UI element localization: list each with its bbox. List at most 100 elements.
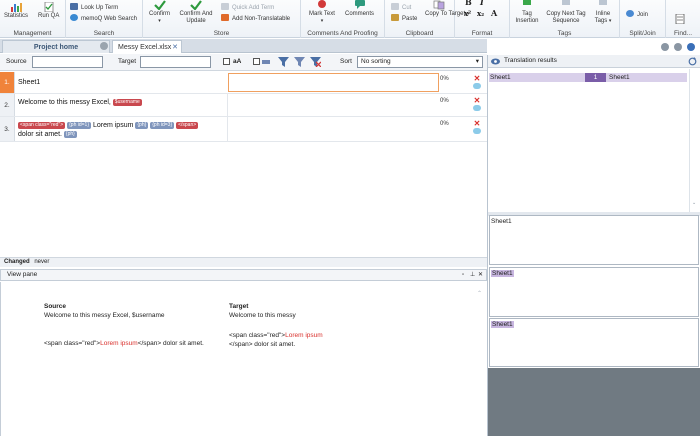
confirm-and-update-button[interactable]: Confirm And Update bbox=[179, 0, 213, 25]
tag-insertion-button[interactable]: Tag Insertion bbox=[512, 0, 542, 25]
group-label: Management bbox=[13, 30, 52, 37]
refresh-icon[interactable] bbox=[688, 57, 697, 66]
italic-icon[interactable]: I bbox=[480, 0, 484, 7]
chevron-down-icon: ▾ bbox=[475, 58, 479, 65]
inline-tags-button[interactable]: Inline Tags ▾ bbox=[590, 0, 616, 25]
globe-icon bbox=[70, 14, 78, 21]
table-row[interactable]: 1. Sheet1 0% ✕ bbox=[0, 72, 487, 94]
results-scrollbar[interactable]: ⌄ bbox=[689, 69, 699, 212]
confirm-button[interactable]: Confirm ▾ bbox=[149, 0, 170, 25]
target-filter-label: Target bbox=[118, 58, 137, 65]
match-percent: 0% bbox=[440, 121, 449, 127]
nav-back-icon[interactable] bbox=[661, 43, 669, 51]
paste-button[interactable]: Paste bbox=[391, 14, 417, 24]
table-row[interactable]: 3. <span class="red"> {ph id=1} Lorem ip… bbox=[0, 117, 487, 142]
mark-text-button[interactable]: Mark Text ▾ bbox=[309, 0, 335, 25]
source-cell[interactable]: <span class="red"> {ph id=1} Lorem ipsum… bbox=[18, 121, 223, 139]
advanced-filter-icon[interactable] bbox=[294, 57, 305, 67]
non-translatable-icon bbox=[221, 14, 229, 21]
confirm-check-icon bbox=[153, 0, 166, 10]
target-cell[interactable] bbox=[228, 73, 439, 92]
chevron-down-icon[interactable]: ▾ bbox=[609, 18, 612, 24]
target-filter-input[interactable] bbox=[140, 56, 211, 68]
chevron-down-icon[interactable]: ⌄ bbox=[692, 200, 696, 206]
quick-add-term-button[interactable]: Quick Add Term bbox=[221, 3, 274, 13]
find-button[interactable] bbox=[674, 14, 686, 25]
row-number[interactable]: 1. bbox=[0, 72, 15, 93]
tag-filter-checkbox[interactable] bbox=[253, 58, 260, 65]
statistics-button[interactable]: Statistics bbox=[4, 2, 28, 20]
run-qa-button[interactable]: Run QA bbox=[38, 2, 59, 20]
eye-icon bbox=[491, 58, 500, 65]
add-term-icon bbox=[221, 3, 229, 10]
row-number[interactable]: 2. bbox=[0, 94, 15, 116]
tab-messy-excel[interactable]: Messy Excel.xlsx ✕ bbox=[112, 40, 182, 53]
target-preview-line: <span class="red">Lorem ipsum </span> dol… bbox=[229, 332, 323, 348]
nav-forward-icon[interactable] bbox=[674, 43, 682, 51]
result-detail-source: Sheet1 bbox=[489, 215, 699, 265]
source-filter-label: Source bbox=[6, 58, 27, 65]
row-number[interactable]: 3. bbox=[0, 117, 15, 141]
close-project-icon[interactable] bbox=[100, 42, 108, 50]
case-sensitive-checkbox[interactable] bbox=[223, 58, 230, 65]
target-cell[interactable] bbox=[227, 117, 438, 141]
tab-project-home[interactable]: Project home bbox=[2, 40, 110, 53]
view-pane-header: View pane ▫ ⊥ ✕ bbox=[0, 269, 487, 281]
pin-icon[interactable]: ⊥ bbox=[470, 270, 475, 280]
superscript-icon[interactable]: x² bbox=[464, 9, 471, 18]
comments-button[interactable]: Comments bbox=[345, 0, 374, 18]
source-cell[interactable]: Welcome to this messy Excel, $username bbox=[18, 98, 223, 107]
scroll-up-icon[interactable]: ⌃ bbox=[477, 290, 482, 297]
comment-bubble-icon[interactable] bbox=[473, 128, 481, 134]
target-cell[interactable] bbox=[227, 94, 438, 116]
match-percent: 0% bbox=[440, 76, 449, 82]
translation-grid: 1. Sheet1 0% ✕ 2. Welcome to this messy … bbox=[0, 72, 487, 257]
copy-next-tag-sequence-button[interactable]: Copy Next Tag Sequence bbox=[546, 0, 586, 25]
subscript-icon[interactable]: x₂ bbox=[477, 9, 484, 18]
tag-insertion-icon bbox=[523, 0, 531, 5]
group-store: Confirm ▾ Confirm And Update Quick Add T… bbox=[143, 0, 301, 38]
filter-icon[interactable] bbox=[278, 57, 289, 67]
ph-tag[interactable]: {ph id=1} bbox=[67, 122, 92, 129]
copy-to-target-button[interactable]: Copy To Target ▾ bbox=[425, 0, 469, 18]
copy-tag-icon bbox=[562, 0, 570, 5]
table-row[interactable]: 2. Welcome to this messy Excel, $usernam… bbox=[0, 94, 487, 117]
ph-tag[interactable]: {ph id=3} bbox=[150, 122, 175, 129]
chevron-down-icon[interactable]: ▾ bbox=[149, 18, 170, 25]
view-pane-title: View pane bbox=[7, 271, 38, 278]
clear-filter-icon[interactable] bbox=[310, 57, 321, 67]
close-icon[interactable]: ✕ bbox=[478, 270, 483, 280]
group-label: Comments And Proofing bbox=[307, 30, 378, 37]
group-label: Tags bbox=[557, 30, 572, 37]
add-non-translatable-button[interactable]: Add Non-Translatable bbox=[221, 14, 290, 24]
sort-label: Sort bbox=[340, 58, 352, 65]
restore-icon[interactable]: ▫ bbox=[462, 270, 464, 280]
sort-select[interactable]: No sorting ▾ bbox=[357, 56, 483, 68]
ph-tag[interactable]: {ph} bbox=[135, 122, 149, 129]
match-percent: 0% bbox=[440, 98, 449, 104]
tag-filter-icon bbox=[262, 60, 270, 64]
cut-button[interactable]: Cut bbox=[391, 3, 411, 13]
translation-result-row[interactable]: Sheet1 1 Sheet1 bbox=[489, 73, 687, 82]
changed-label: Changed bbox=[4, 259, 30, 265]
comment-bubble-icon[interactable] bbox=[473, 83, 481, 89]
group-format: B I x² x₂ A Format bbox=[455, 0, 510, 38]
span-open-tag[interactable]: <span class="red"> bbox=[18, 122, 66, 129]
span-close-tag[interactable]: </span> bbox=[176, 122, 199, 129]
source-cell[interactable]: Sheet1 bbox=[18, 78, 223, 87]
memoq-web-search-button[interactable]: memoQ Web Search bbox=[70, 14, 137, 24]
join-icon bbox=[626, 10, 634, 17]
group-clipboard: Cut Paste Copy To Target ▾ Clipboard bbox=[385, 0, 469, 38]
source-filter-input[interactable] bbox=[32, 56, 103, 68]
join-button[interactable]: Join bbox=[626, 10, 648, 20]
placeholder-tag[interactable]: $username bbox=[112, 99, 142, 106]
bold-icon[interactable]: B bbox=[465, 0, 472, 7]
comment-bubble-icon[interactable] bbox=[473, 105, 481, 111]
look-up-term-button[interactable]: Look Up Term bbox=[70, 3, 118, 13]
chevron-down-icon[interactable]: ▾ bbox=[309, 18, 335, 25]
target-preview-line: Welcome to this messy bbox=[229, 312, 296, 319]
close-icon[interactable]: ✕ bbox=[172, 41, 178, 54]
help-icon[interactable] bbox=[687, 43, 695, 51]
ph-tag[interactable]: {ph} bbox=[63, 131, 77, 138]
font-icon[interactable]: A bbox=[491, 8, 497, 18]
